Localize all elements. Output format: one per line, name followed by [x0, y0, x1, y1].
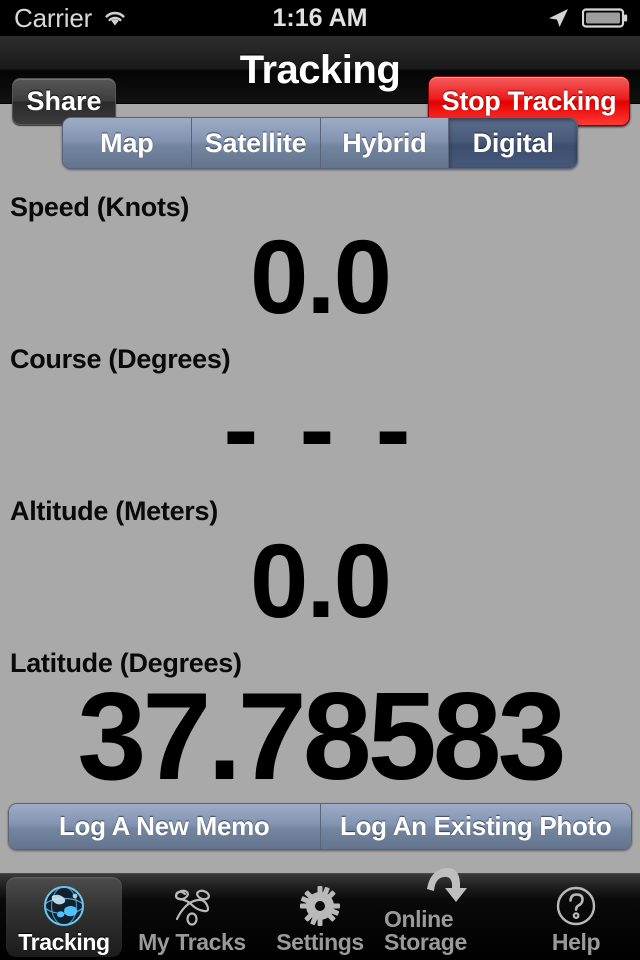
altitude-readout: Altitude (Meters) 0.0: [0, 496, 640, 641]
tab-help[interactable]: Help: [512, 874, 640, 960]
status-bar-left: Carrier: [0, 5, 211, 31]
log-existing-photo-button[interactable]: Log An Existing Photo: [320, 804, 631, 849]
tab-online-storage[interactable]: Online Storage: [384, 867, 512, 960]
download-arrow-icon: [422, 859, 474, 907]
map-mode-segmented-control[interactable]: Map Satellite Hybrid Digital: [62, 117, 578, 169]
tab-online-storage-label: Online Storage: [384, 906, 467, 955]
speed-value: 0.0: [250, 219, 392, 337]
carrier-label: Carrier: [14, 3, 93, 33]
tab-tracking-label: Tracking: [18, 929, 110, 955]
speed-label: Speed (Knots): [10, 192, 190, 222]
question-circle-icon: [552, 882, 600, 930]
course-label: Course (Degrees): [10, 344, 231, 374]
clock-label: 1:16 AM: [272, 3, 368, 32]
tab-tracking[interactable]: Tracking: [0, 874, 128, 960]
segment-satellite[interactable]: Satellite: [191, 118, 321, 168]
course-value: - - -: [223, 371, 417, 489]
latitude-value: 37.78583: [77, 668, 566, 807]
track-loop-icon: [168, 882, 216, 930]
app-screen: Carrier 1:16 AM Tracking Share Stop Trac…: [0, 0, 640, 960]
segment-satellite-label: Satellite: [204, 127, 307, 158]
globe-icon: [40, 882, 88, 930]
wifi-icon: [102, 8, 128, 28]
tab-settings-label: Settings: [276, 929, 364, 955]
stop-tracking-button-label: Stop Tracking: [441, 85, 617, 116]
status-bar: Carrier 1:16 AM: [0, 0, 640, 36]
latitude-readout: Latitude (Degrees) 37.78583: [0, 649, 640, 807]
log-new-memo-label: Log A New Memo: [58, 811, 270, 841]
tab-bar: Tracking My Tracks Settings Online Stora…: [0, 867, 640, 960]
gear-icon: [296, 882, 344, 930]
segment-map-label: Map: [100, 127, 154, 158]
tab-my-tracks-label: My Tracks: [138, 929, 246, 955]
log-new-memo-button[interactable]: Log A New Memo: [9, 804, 321, 849]
course-readout: Course (Degrees) - - -: [0, 344, 640, 489]
log-actions-segmented-control[interactable]: Log A New Memo Log An Existing Photo: [8, 803, 632, 850]
share-button-label: Share: [26, 86, 102, 116]
segment-digital[interactable]: Digital: [449, 118, 577, 168]
navigation-bar: Tracking Share Stop Tracking: [0, 36, 640, 126]
segment-map[interactable]: Map: [63, 118, 192, 168]
status-bar-right: [429, 7, 640, 29]
speed-readout: Speed (Knots) 0.0: [0, 192, 640, 337]
tab-help-label: Help: [551, 929, 601, 955]
segment-digital-label: Digital: [472, 127, 554, 158]
segment-hybrid[interactable]: Hybrid: [320, 118, 450, 168]
altitude-value: 0.0: [250, 523, 392, 641]
battery-icon: [581, 7, 628, 29]
segment-hybrid-label: Hybrid: [342, 127, 427, 158]
status-bar-center: 1:16 AM: [211, 3, 429, 32]
tab-settings[interactable]: Settings: [256, 874, 384, 960]
altitude-label: Altitude (Meters): [10, 496, 218, 526]
log-existing-photo-label: Log An Existing Photo: [340, 811, 612, 841]
location-arrow-icon: [546, 7, 570, 29]
tab-my-tracks[interactable]: My Tracks: [128, 874, 256, 960]
